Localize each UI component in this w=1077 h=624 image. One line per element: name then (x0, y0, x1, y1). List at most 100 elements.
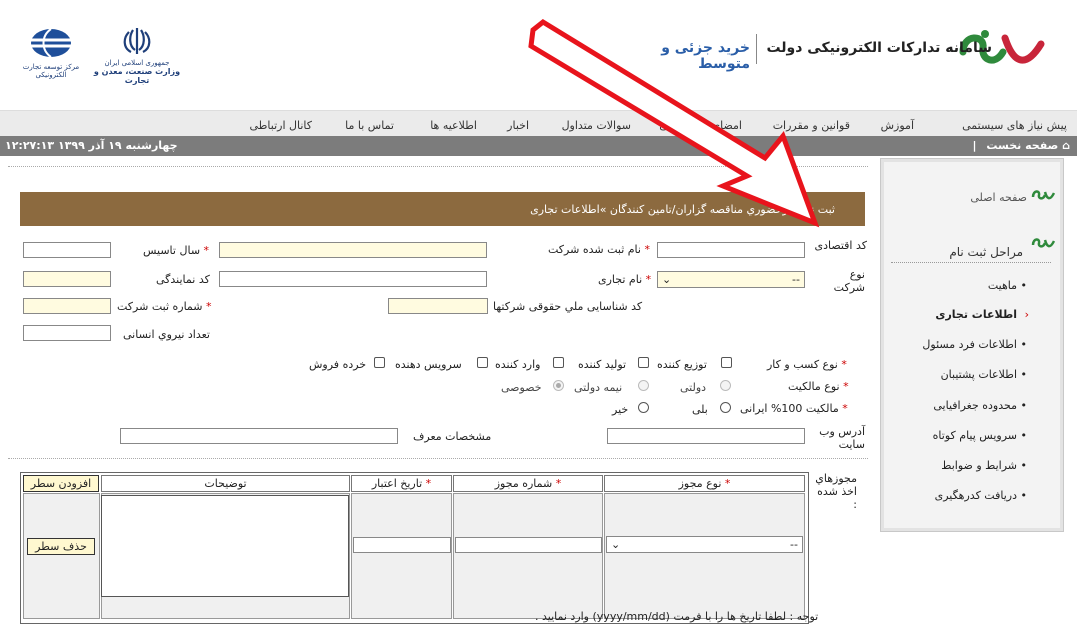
chevron-down-icon: ⌄ (611, 538, 621, 551)
ministry-line2: وزارت صنعت، معدن و تجارت (93, 67, 181, 85)
semi-govt-label: نیمه دولتی (574, 381, 623, 394)
nav-announcements[interactable]: اطلاعیه ها (430, 119, 477, 132)
retailer-label: خرده فروش (309, 358, 367, 371)
national-id-input[interactable] (388, 298, 488, 314)
home-link[interactable]: ⌂ صفحه نخست | (973, 139, 1070, 152)
col-description-header: توضیحات (101, 475, 350, 492)
header-separator (756, 34, 757, 64)
col-license-number-header: * شماره مجوز (453, 475, 603, 492)
founding-year-label: * سال تاسیس (143, 244, 210, 257)
form-top-divider (8, 166, 868, 167)
delete-row-button[interactable]: حذف سطر (27, 538, 95, 555)
globe-icon (31, 28, 71, 58)
reg-number-label: * شماره ثبت شرکت (117, 300, 212, 313)
form-banner: ثبت نام غیرحضوري مناقصه گزاران/تامین کنن… (20, 192, 865, 226)
step-support[interactable]: اطلاعات پشتیبان (941, 368, 1017, 381)
trade-name-input[interactable] (219, 271, 487, 287)
agency-code-label: کد نمایندگی (156, 273, 210, 286)
producer-checkbox[interactable] (638, 357, 649, 368)
iranian-ownership-label: * مالکیت 100% ایرانی (740, 402, 848, 415)
sidebar: صفحه اصلی مراحل ثبت نام • ماهیت › اطلاعا… (880, 158, 1064, 532)
no-radio[interactable] (638, 402, 649, 413)
datetime: چهارشنبه ۱۹ آذر ۱۳۹۹ ۱۲:۲۷:۱۳ (5, 139, 178, 152)
private-label: خصوصی (501, 381, 542, 394)
licenses-grid: افزودن سطر توضیحات * تاریخ اعتبار * شمار… (20, 472, 809, 624)
validity-date-cell (351, 493, 452, 619)
ministry-line1: جمهوری اسلامی ایران (104, 59, 170, 67)
page-header: سامانه تدارکات الکترونیکی دولت خرید جزئی… (0, 0, 1077, 110)
importer-checkbox[interactable] (553, 357, 564, 368)
economic-code-input[interactable] (657, 242, 805, 258)
col-validity-date-header: * تاریخ اعتبار (351, 475, 452, 492)
bullet-icon: • (1020, 459, 1028, 472)
company-type-value: -- (792, 273, 800, 286)
ecommerce-center-logo: مرکز توسعه تجارت الکترونیکی (18, 26, 84, 86)
service-provider-label: سرویس دهنده (395, 358, 462, 371)
row-actions-cell (23, 493, 100, 619)
nav-e-signature[interactable]: امضای الکترونیکی (659, 119, 742, 132)
referrer-input[interactable] (120, 428, 398, 444)
registered-name-label: * نام ثبت شده شرکت (548, 243, 650, 256)
workforce-input[interactable] (23, 325, 111, 341)
registered-name-input[interactable] (219, 242, 487, 258)
nav-training[interactable]: آموزش (881, 119, 914, 132)
semi-govt-radio[interactable] (638, 380, 649, 391)
distributor-checkbox[interactable] (721, 357, 732, 368)
agency-code-input[interactable] (23, 271, 111, 287)
company-type-label: نوع شرکت (833, 268, 865, 294)
step-responsible[interactable]: اطلاعات فرد مسئول (922, 338, 1017, 351)
retailer-checkbox[interactable] (374, 357, 385, 368)
sidebar-divider (891, 262, 1051, 263)
step-nature[interactable]: ماهیت (988, 279, 1017, 292)
economic-code-label: کد اقتصادی (814, 239, 867, 252)
ministry-logo: جمهوری اسلامی ایران وزارت صنعت، معدن و ت… (92, 26, 182, 86)
nav-prerequisites[interactable]: پیش نیاز های سیستمی (962, 119, 1067, 132)
nav-faq[interactable]: سوالات متداول (562, 119, 631, 132)
form-divider (8, 458, 868, 459)
license-type-select[interactable]: ⌄ -- (606, 536, 803, 553)
setad-small-icon (1031, 190, 1055, 200)
step-business-info[interactable]: اطلاعات تجاری (935, 308, 1017, 321)
license-number-input[interactable] (455, 537, 602, 553)
validity-date-input[interactable] (353, 537, 451, 553)
founding-year-input[interactable] (23, 242, 111, 258)
referrer-label: مشخصات معرف (413, 430, 492, 443)
status-bar: ⌂ صفحه نخست | چهارشنبه ۱۹ آذر ۱۳۹۹ ۱۲:۲۷… (0, 136, 1077, 156)
service-provider-checkbox[interactable] (477, 357, 488, 368)
center-name: مرکز توسعه تجارت الکترونیکی (22, 63, 80, 79)
step-terms[interactable]: شرایط و ضوابط (941, 459, 1017, 472)
national-id-label: کد شناسایی ملي حقوقی شرکتها (493, 300, 643, 313)
home-label: صفحه نخست (986, 139, 1059, 152)
add-row-button[interactable]: افزودن سطر (23, 475, 99, 492)
yes-label: بلی (692, 403, 708, 416)
license-number-cell (453, 493, 603, 619)
bullet-icon: • (1020, 489, 1028, 502)
step-sms[interactable]: سرویس پیام کوتاه (933, 429, 1017, 442)
setad-small-icon (1031, 238, 1055, 248)
website-input[interactable] (607, 428, 805, 444)
step-tracking[interactable]: دریافت کدرهگیری (935, 489, 1017, 502)
bullet-icon: • (1020, 338, 1028, 351)
description-textarea[interactable] (101, 495, 349, 597)
chevron-right-icon: › (1024, 308, 1029, 321)
reg-number-input[interactable] (23, 298, 111, 314)
company-type-select[interactable]: ⌄ -- (657, 271, 805, 288)
nav-laws[interactable]: قوانین و مقررات (773, 119, 850, 132)
sidebar-home-link[interactable]: صفحه اصلی (970, 191, 1027, 204)
no-label: خیر (612, 403, 629, 416)
date-format-note: توجه : لطفا تاریخ ها را با فرمت (yyyy/mm… (535, 610, 819, 623)
nav-news[interactable]: اخبار (507, 119, 529, 132)
yes-radio[interactable] (720, 402, 731, 413)
step-geography[interactable]: محدوده جغرافیایی (933, 399, 1017, 412)
producer-label: تولید کننده (578, 358, 627, 371)
private-radio[interactable] (553, 380, 564, 391)
nav-contact[interactable]: تماس با ما (345, 119, 394, 132)
iran-emblem-icon (123, 28, 151, 54)
bullet-icon: • (1020, 368, 1028, 381)
bullet-icon: • (1020, 279, 1028, 292)
main-nav: پیش نیاز های سیستمی آموزش قوانین و مقررا… (0, 110, 1077, 137)
govt-radio[interactable] (720, 380, 731, 391)
business-type-label: * نوع کسب و کار (767, 358, 847, 371)
license-type-cell (604, 493, 805, 619)
nav-channel[interactable]: کانال ارتباطی (249, 119, 312, 132)
